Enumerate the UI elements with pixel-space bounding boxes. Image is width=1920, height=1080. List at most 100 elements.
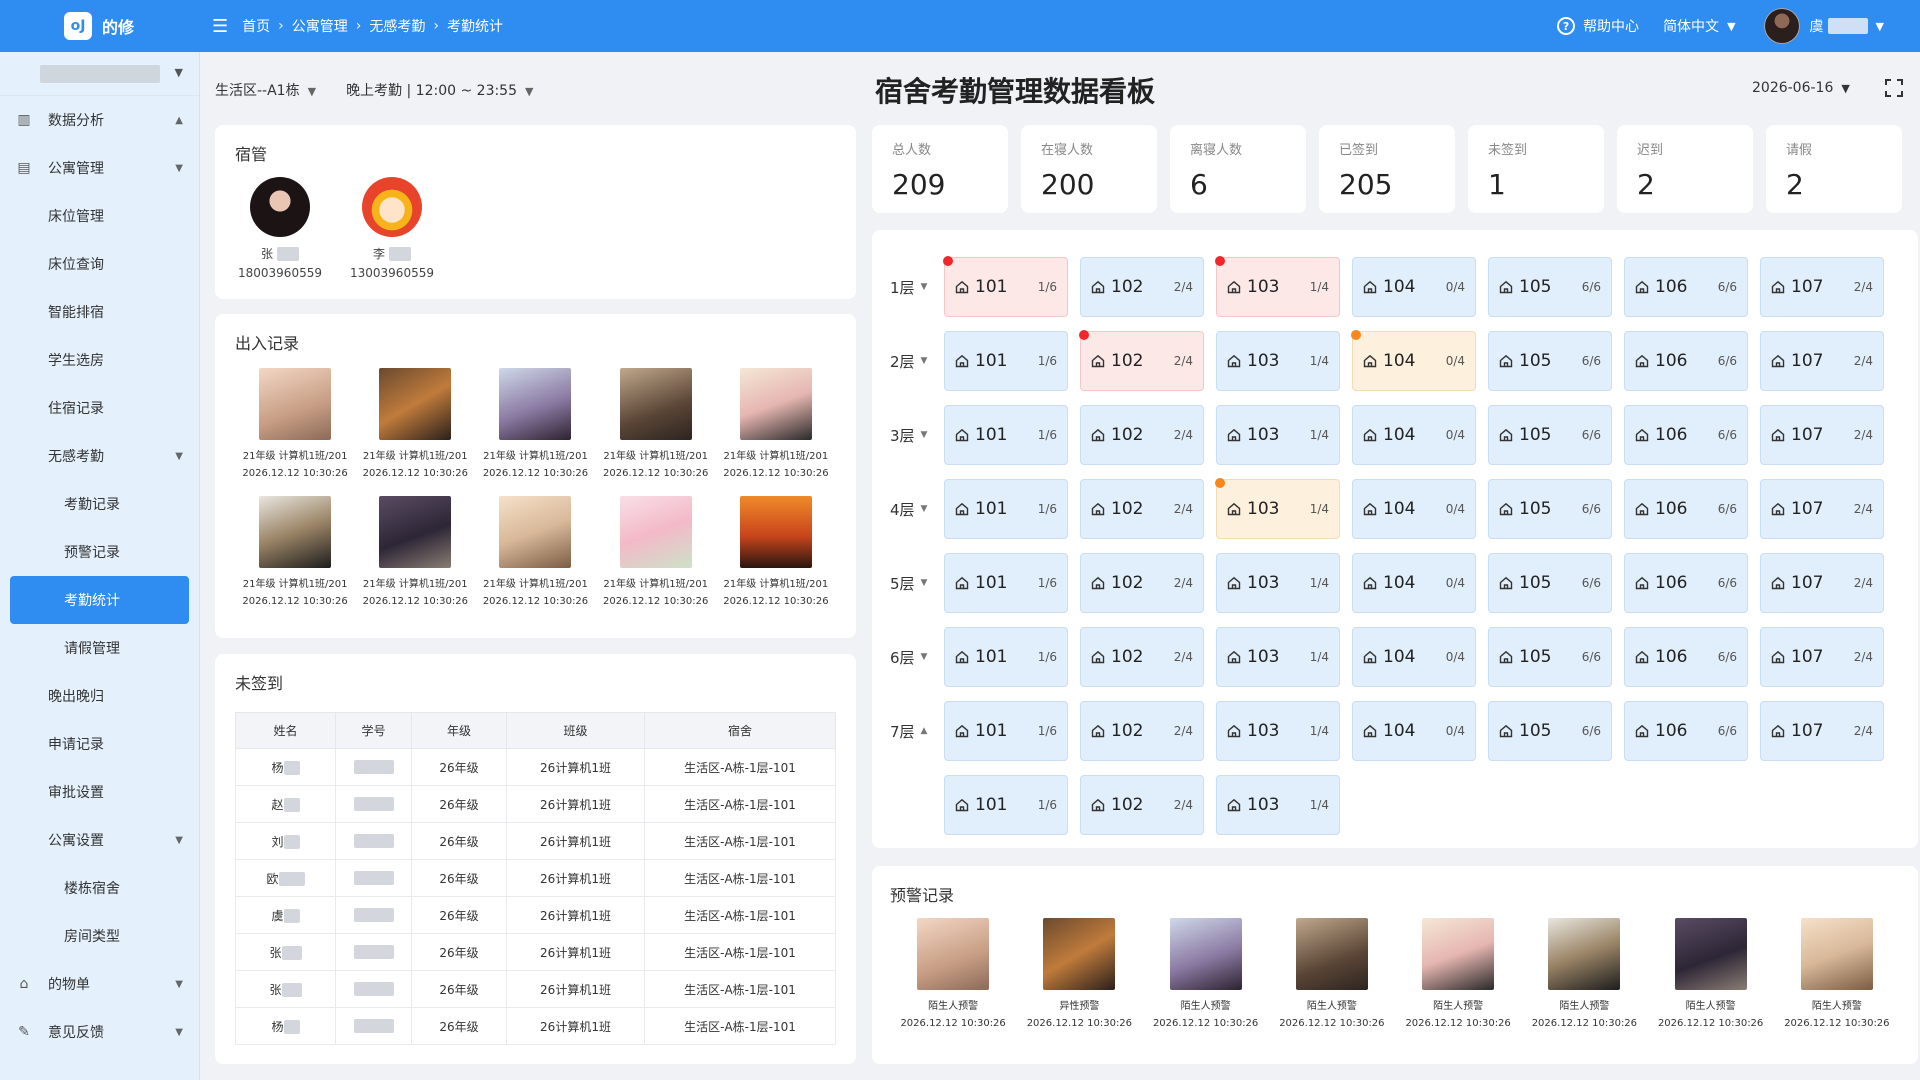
room-card[interactable]: 105 6/6: [1488, 627, 1612, 687]
fullscreen-icon[interactable]: [1884, 78, 1904, 98]
room-card[interactable]: 104 0/4: [1352, 701, 1476, 761]
table-row[interactable]: 杨 26年级 26计算机1班 生活区-A栋-1层-101: [235, 1007, 836, 1045]
room-card[interactable]: 103 1/4: [1215, 478, 1340, 539]
stat-in-dorm[interactable]: 在寝人数 200: [1021, 125, 1157, 213]
room-card[interactable]: 104 0/4: [1352, 553, 1476, 613]
access-record[interactable]: 21年级 计算机1班/201 2026.12.12 10:30:26: [355, 368, 475, 482]
table-row[interactable]: 虞 26年级 26计算机1班 生活区-A栋-1层-101: [235, 896, 836, 934]
room-card[interactable]: 102 2/4: [1080, 257, 1204, 317]
sidebar-item-room-select[interactable]: 学生选房: [0, 336, 199, 384]
table-row[interactable]: 张 26年级 26计算机1班 生活区-A栋-1层-101: [235, 970, 836, 1008]
warning-record[interactable]: 异性预警 2026.12.12 10:30:26: [1016, 918, 1142, 1032]
breadcrumb-apartment[interactable]: 公寓管理: [292, 16, 348, 36]
sidebar-item-attendance[interactable]: 无感考勤 ▼: [0, 432, 199, 480]
room-card[interactable]: 106 6/6: [1624, 331, 1748, 391]
floor-label[interactable]: 3层 ▼: [890, 425, 944, 446]
warning-record[interactable]: 陌生人预警 2026.12.12 10:30:26: [890, 918, 1016, 1032]
room-card[interactable]: 102 2/4: [1080, 405, 1204, 465]
room-card[interactable]: 101 1/6: [944, 775, 1068, 835]
room-card[interactable]: 107 2/4: [1760, 257, 1884, 317]
sidebar-item-late-return[interactable]: 晚出晚归: [0, 672, 199, 720]
room-card[interactable]: 103 1/4: [1216, 701, 1340, 761]
room-card[interactable]: 104 0/4: [1352, 405, 1476, 465]
room-card[interactable]: 107 2/4: [1760, 479, 1884, 539]
room-card[interactable]: 106 6/6: [1624, 405, 1748, 465]
sidebar-item-apartment[interactable]: ▤ 公寓管理 ▼: [0, 144, 199, 192]
menu-toggle-icon[interactable]: ☰: [212, 16, 228, 37]
breadcrumb-attendance[interactable]: 无感考勤: [369, 16, 425, 36]
room-card[interactable]: 103 1/4: [1215, 256, 1340, 317]
help-center-link[interactable]: ? 帮助中心: [1557, 16, 1639, 36]
floor-label[interactable]: 6层 ▼: [890, 647, 944, 668]
room-card[interactable]: 105 6/6: [1488, 331, 1612, 391]
floor-label[interactable]: 2层 ▼: [890, 351, 944, 372]
room-card[interactable]: 102 2/4: [1080, 701, 1204, 761]
access-record[interactable]: 21年级 计算机1班/201 2026.12.12 10:30:26: [355, 496, 475, 610]
room-card[interactable]: 106 6/6: [1624, 701, 1748, 761]
breadcrumb-home[interactable]: 首页: [242, 16, 270, 36]
sidebar-item-goods[interactable]: ⌂ 的物单 ▼: [0, 960, 199, 1008]
room-card[interactable]: 103 1/4: [1216, 405, 1340, 465]
room-card[interactable]: 101 1/6: [944, 479, 1068, 539]
room-card[interactable]: 105 6/6: [1488, 479, 1612, 539]
sidebar-item-warning-records[interactable]: 预警记录: [0, 528, 199, 576]
access-record[interactable]: 21年级 计算机1班/201 2026.12.12 10:30:26: [235, 368, 355, 482]
sidebar-item-smart-arrange[interactable]: 智能排宿: [0, 288, 199, 336]
room-card[interactable]: 106 6/6: [1624, 553, 1748, 613]
warning-record[interactable]: 陌生人预警 2026.12.12 10:30:26: [1648, 918, 1774, 1032]
sidebar-item-attendance-stats[interactable]: 考勤统计: [10, 576, 189, 624]
room-card[interactable]: 107 2/4: [1760, 627, 1884, 687]
room-card[interactable]: 105 6/6: [1488, 405, 1612, 465]
room-card[interactable]: 104 0/4: [1351, 330, 1476, 391]
room-card[interactable]: 106 6/6: [1624, 627, 1748, 687]
room-card[interactable]: 107 2/4: [1760, 701, 1884, 761]
sidebar-item-buildings[interactable]: 楼栋宿舍: [0, 864, 199, 912]
stat-unsigned[interactable]: 未签到 1: [1468, 125, 1604, 213]
room-card[interactable]: 102 2/4: [1080, 553, 1204, 613]
room-card[interactable]: 101 1/6: [943, 256, 1068, 317]
sidebar-item-approval-settings[interactable]: 审批设置: [0, 768, 199, 816]
room-card[interactable]: 105 6/6: [1488, 553, 1612, 613]
stat-signed[interactable]: 已签到 205: [1319, 125, 1455, 213]
room-card[interactable]: 101 1/6: [944, 405, 1068, 465]
floor-label[interactable]: 5层 ▼: [890, 573, 944, 594]
warning-record[interactable]: 陌生人预警 2026.12.12 10:30:26: [1143, 918, 1269, 1032]
sidebar-item-room-types[interactable]: 房间类型: [0, 912, 199, 960]
warning-record[interactable]: 陌生人预警 2026.12.12 10:30:26: [1521, 918, 1647, 1032]
table-row[interactable]: 刘 26年级 26计算机1班 生活区-A栋-1层-101: [235, 822, 836, 860]
room-card[interactable]: 107 2/4: [1760, 405, 1884, 465]
access-record[interactable]: 21年级 计算机1班/201 2026.12.12 10:30:26: [596, 368, 716, 482]
access-record[interactable]: 21年级 计算机1班/201 2026.12.12 10:30:26: [475, 496, 595, 610]
room-card[interactable]: 101 1/6: [944, 331, 1068, 391]
room-card[interactable]: 105 6/6: [1488, 257, 1612, 317]
manager-item[interactable]: 李 13003960559: [347, 177, 437, 280]
stat-out-dorm[interactable]: 离寝人数 6: [1170, 125, 1306, 213]
access-record[interactable]: 21年级 计算机1班/201 2026.12.12 10:30:26: [475, 368, 595, 482]
room-card[interactable]: 102 2/4: [1079, 330, 1204, 391]
table-row[interactable]: 欧 26年级 26计算机1班 生活区-A栋-1层-101: [235, 859, 836, 897]
sidebar-item-apartment-settings[interactable]: 公寓设置 ▼: [0, 816, 199, 864]
room-card[interactable]: 107 2/4: [1760, 553, 1884, 613]
sidebar-item-stay-records[interactable]: 住宿记录: [0, 384, 199, 432]
room-card[interactable]: 103 1/4: [1216, 627, 1340, 687]
room-card[interactable]: 104 0/4: [1352, 479, 1476, 539]
floor-label[interactable]: 1层 ▼: [890, 277, 944, 298]
room-card[interactable]: 102 2/4: [1080, 479, 1204, 539]
sidebar-item-applications[interactable]: 申请记录: [0, 720, 199, 768]
room-card[interactable]: 102 2/4: [1080, 775, 1204, 835]
table-row[interactable]: 赵 26年级 26计算机1班 生活区-A栋-1层-101: [235, 785, 836, 823]
room-card[interactable]: 101 1/6: [944, 701, 1068, 761]
floor-label[interactable]: 7层 ▲: [890, 721, 944, 742]
room-card[interactable]: 101 1/6: [944, 627, 1068, 687]
date-select[interactable]: 2026-06-16 ▼: [1752, 80, 1850, 96]
sidebar-item-leave-manage[interactable]: 请假管理: [0, 624, 199, 672]
room-card[interactable]: 103 1/4: [1216, 775, 1340, 835]
room-card[interactable]: 105 6/6: [1488, 701, 1612, 761]
warning-record[interactable]: 陌生人预警 2026.12.12 10:30:26: [1395, 918, 1521, 1032]
room-card[interactable]: 101 1/6: [944, 553, 1068, 613]
room-card[interactable]: 103 1/4: [1216, 331, 1340, 391]
stat-leave[interactable]: 请假 2: [1766, 125, 1902, 213]
access-record[interactable]: 21年级 计算机1班/201 2026.12.12 10:30:26: [716, 496, 836, 610]
room-card[interactable]: 103 1/4: [1216, 553, 1340, 613]
access-record[interactable]: 21年级 计算机1班/201 2026.12.12 10:30:26: [716, 368, 836, 482]
